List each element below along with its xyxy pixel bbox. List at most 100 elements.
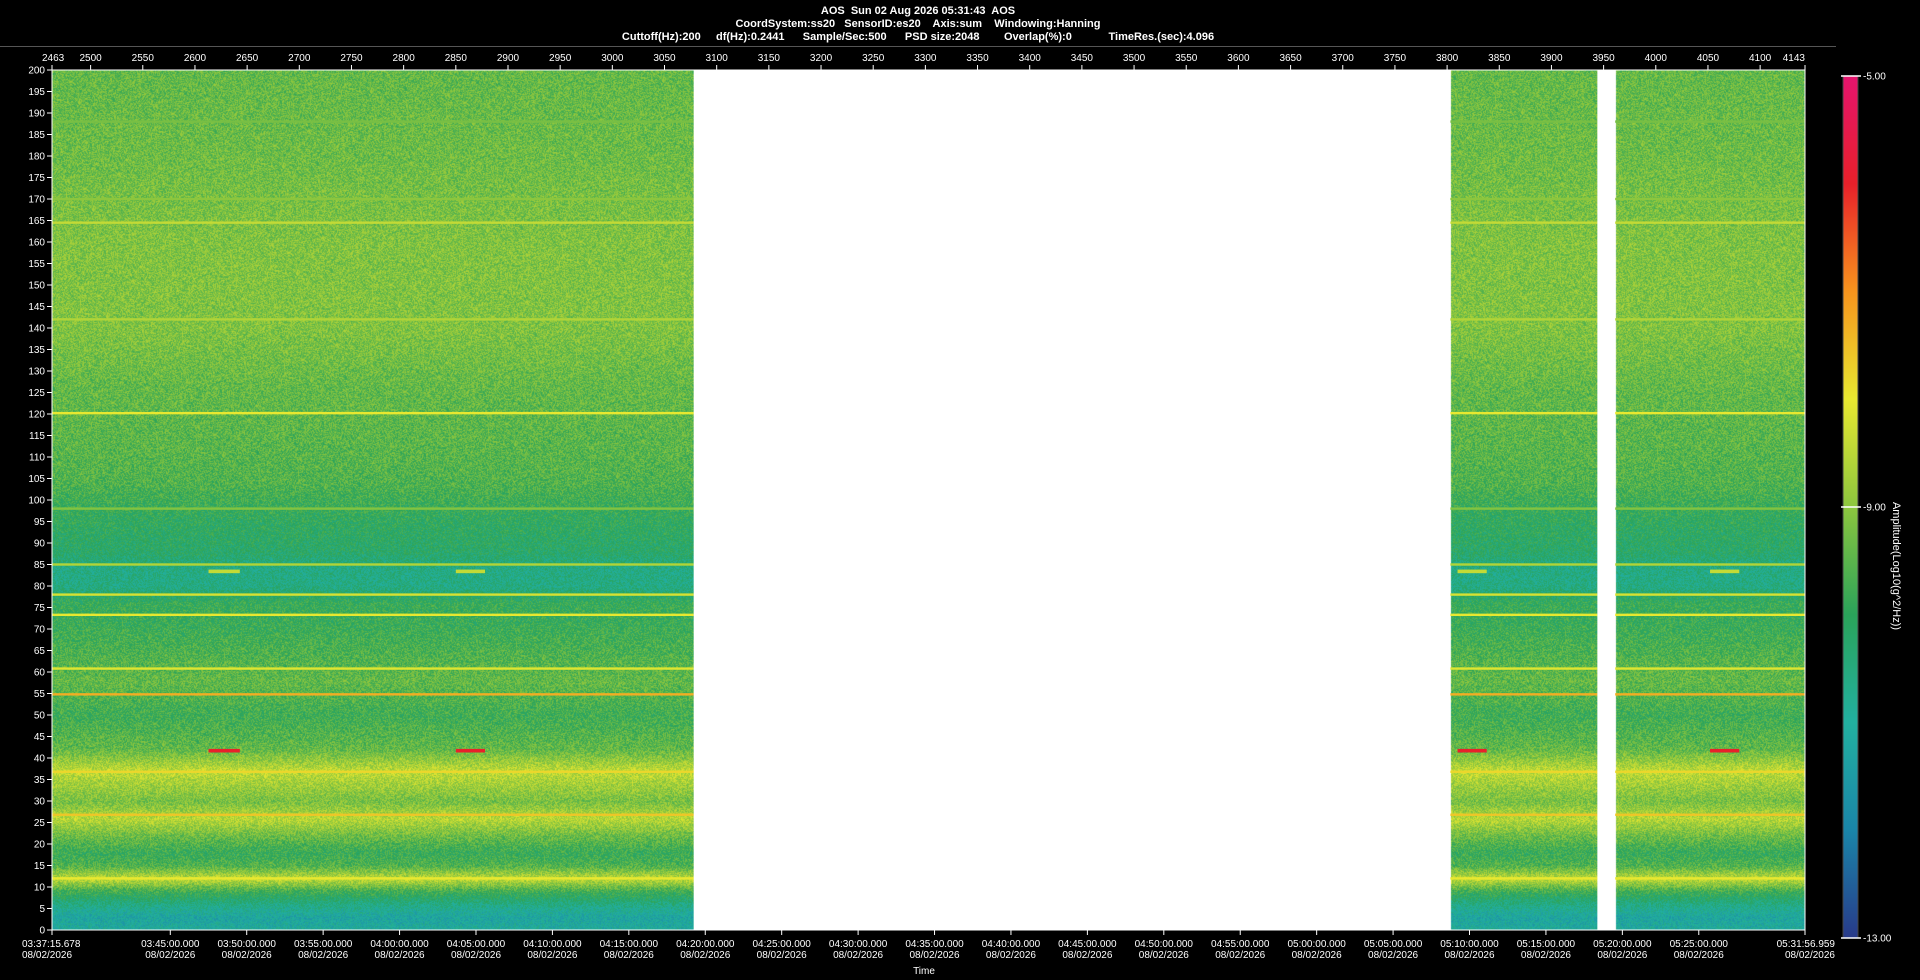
spectral-line — [52, 197, 694, 201]
top-x-tick-label: 3400 — [1019, 53, 1042, 64]
time-tick-label: 05:31:56.959 — [1777, 939, 1836, 950]
spectrogram-plot-area — [51, 69, 1806, 931]
event-marker — [1710, 748, 1740, 753]
y-tick-label: 175 — [28, 173, 45, 184]
date-tick-label: 08/02/2026 — [451, 950, 501, 961]
date-tick-label: 08/02/2026 — [1139, 950, 1189, 961]
date-tick-label: 08/02/2026 — [1368, 950, 1418, 961]
y-tick-label: 135 — [28, 345, 45, 356]
spectral-line — [52, 411, 694, 415]
spectral-line — [1450, 318, 1598, 321]
y-tick-label: 170 — [28, 195, 45, 206]
time-tick-label: 04:05:00.000 — [447, 939, 506, 950]
date-tick-label: 08/02/2026 — [680, 950, 730, 961]
spectral-line — [1450, 563, 1598, 566]
date-tick-label: 08/02/2026 — [1674, 950, 1724, 961]
top-x-tick-label: 4050 — [1697, 53, 1720, 64]
spectral-line — [1615, 507, 1805, 510]
spectral-line — [52, 318, 694, 321]
top-x-tick-label: 4100 — [1749, 53, 1772, 64]
time-tick-label: 04:25:00.000 — [752, 939, 811, 950]
top-x-tick-label: 2500 — [79, 53, 102, 64]
y-tick-label: 125 — [28, 388, 45, 399]
spectral-line — [1615, 813, 1805, 816]
spectral-line — [1450, 770, 1598, 773]
top-x-tick-label: 3250 — [862, 53, 885, 64]
top-x-tick-label: 3050 — [653, 53, 676, 64]
event-marker — [455, 569, 486, 574]
date-tick-label: 08/02/2026 — [22, 950, 72, 961]
y-tick-label: 20 — [34, 840, 46, 851]
top-x-tick-label: 3900 — [1540, 53, 1563, 64]
date-tick-label: 08/02/2026 — [298, 950, 348, 961]
time-tick-label: 05:10:00.000 — [1440, 939, 1499, 950]
spectral-line — [52, 613, 694, 617]
event-marker — [1710, 569, 1740, 574]
x-axis-label: Time — [913, 966, 935, 977]
date-tick-label: 08/02/2026 — [910, 950, 960, 961]
y-tick-label: 110 — [29, 453, 45, 464]
y-tick-label: 40 — [34, 754, 46, 765]
y-tick-label: 90 — [34, 539, 46, 550]
spectral-line — [1615, 770, 1805, 773]
time-tick-label: 03:50:00.000 — [218, 939, 277, 950]
spectral-line — [1615, 120, 1805, 123]
y-tick-label: 130 — [28, 367, 45, 378]
y-tick-label: 180 — [28, 152, 45, 163]
spectral-line — [1615, 197, 1805, 201]
colorbar-label: Amplitude(Log10(g^2/Hz)) — [1890, 501, 1902, 631]
top-x-tick-label: 4143 — [1783, 53, 1806, 64]
spectral-line — [1615, 563, 1805, 566]
date-tick-label: 08/02/2026 — [222, 950, 272, 961]
y-tick-label: 35 — [34, 775, 46, 786]
time-tick-label: 05:25:00.000 — [1670, 939, 1729, 950]
time-tick-label: 04:15:00.000 — [600, 939, 659, 950]
spectral-line — [52, 693, 694, 696]
y-tick-label: 50 — [34, 711, 46, 722]
spectral-line — [1615, 411, 1805, 415]
top-x-axis: 2463 2500 2550 2600 2650 2700 2750 2800 2850 2900… — [42, 53, 1806, 71]
date-tick-label: 08/02/2026 — [1062, 950, 1112, 961]
spectral-line — [52, 507, 694, 510]
spectral-line — [1450, 411, 1598, 415]
top-x-tick-label: 3750 — [1384, 53, 1407, 64]
y-tick-label: 120 — [28, 410, 45, 421]
spectral-line — [1615, 221, 1805, 224]
top-x-tick-label: 2463 — [42, 53, 65, 64]
time-tick-label: 04:30:00.000 — [829, 939, 888, 950]
spectral-line — [52, 221, 694, 224]
top-x-tick-label: 2550 — [132, 53, 155, 64]
y-tick-label: 15 — [34, 861, 46, 872]
date-tick-label: 08/02/2026 — [375, 950, 425, 961]
spectral-line — [52, 877, 694, 880]
spectral-line — [1450, 813, 1598, 816]
y-tick-label: 70 — [34, 625, 46, 636]
colorbar-tick-label: -9.00 — [1863, 503, 1886, 514]
y-tick-label: 115 — [29, 431, 45, 442]
time-tick-label: 04:10:00.000 — [523, 939, 582, 950]
spectral-line — [1615, 318, 1805, 321]
top-x-tick-label: 2700 — [288, 53, 311, 64]
spectral-line — [52, 667, 694, 670]
y-tick-label: 105 — [28, 474, 45, 485]
time-axis: 03:37:15.67808/02/202603:45:00.00008/02/… — [22, 930, 1835, 961]
colorbar: -5.00 -9.00 -13.00 — [1841, 72, 1892, 945]
top-x-tick-label: 2950 — [549, 53, 572, 64]
date-tick-label: 08/02/2026 — [986, 950, 1036, 961]
spectral-line — [1450, 593, 1598, 596]
event-marker — [455, 748, 486, 753]
top-x-tick-label: 3450 — [1071, 53, 1094, 64]
date-tick-label: 08/02/2026 — [1292, 950, 1342, 961]
spectral-line — [52, 813, 694, 816]
y-tick-label: 65 — [34, 646, 46, 657]
spectral-line — [1615, 693, 1805, 696]
data-gap — [693, 70, 1451, 930]
y-tick-label: 100 — [28, 496, 45, 507]
spectral-line — [52, 120, 694, 123]
time-tick-label: 03:45:00.000 — [141, 939, 200, 950]
top-x-tick-label: 3650 — [1279, 53, 1302, 64]
time-tick-label: 04:20:00.000 — [676, 939, 735, 950]
spectral-line — [1615, 877, 1805, 880]
event-marker — [1457, 569, 1487, 574]
y-tick-label: 0 — [39, 926, 45, 937]
